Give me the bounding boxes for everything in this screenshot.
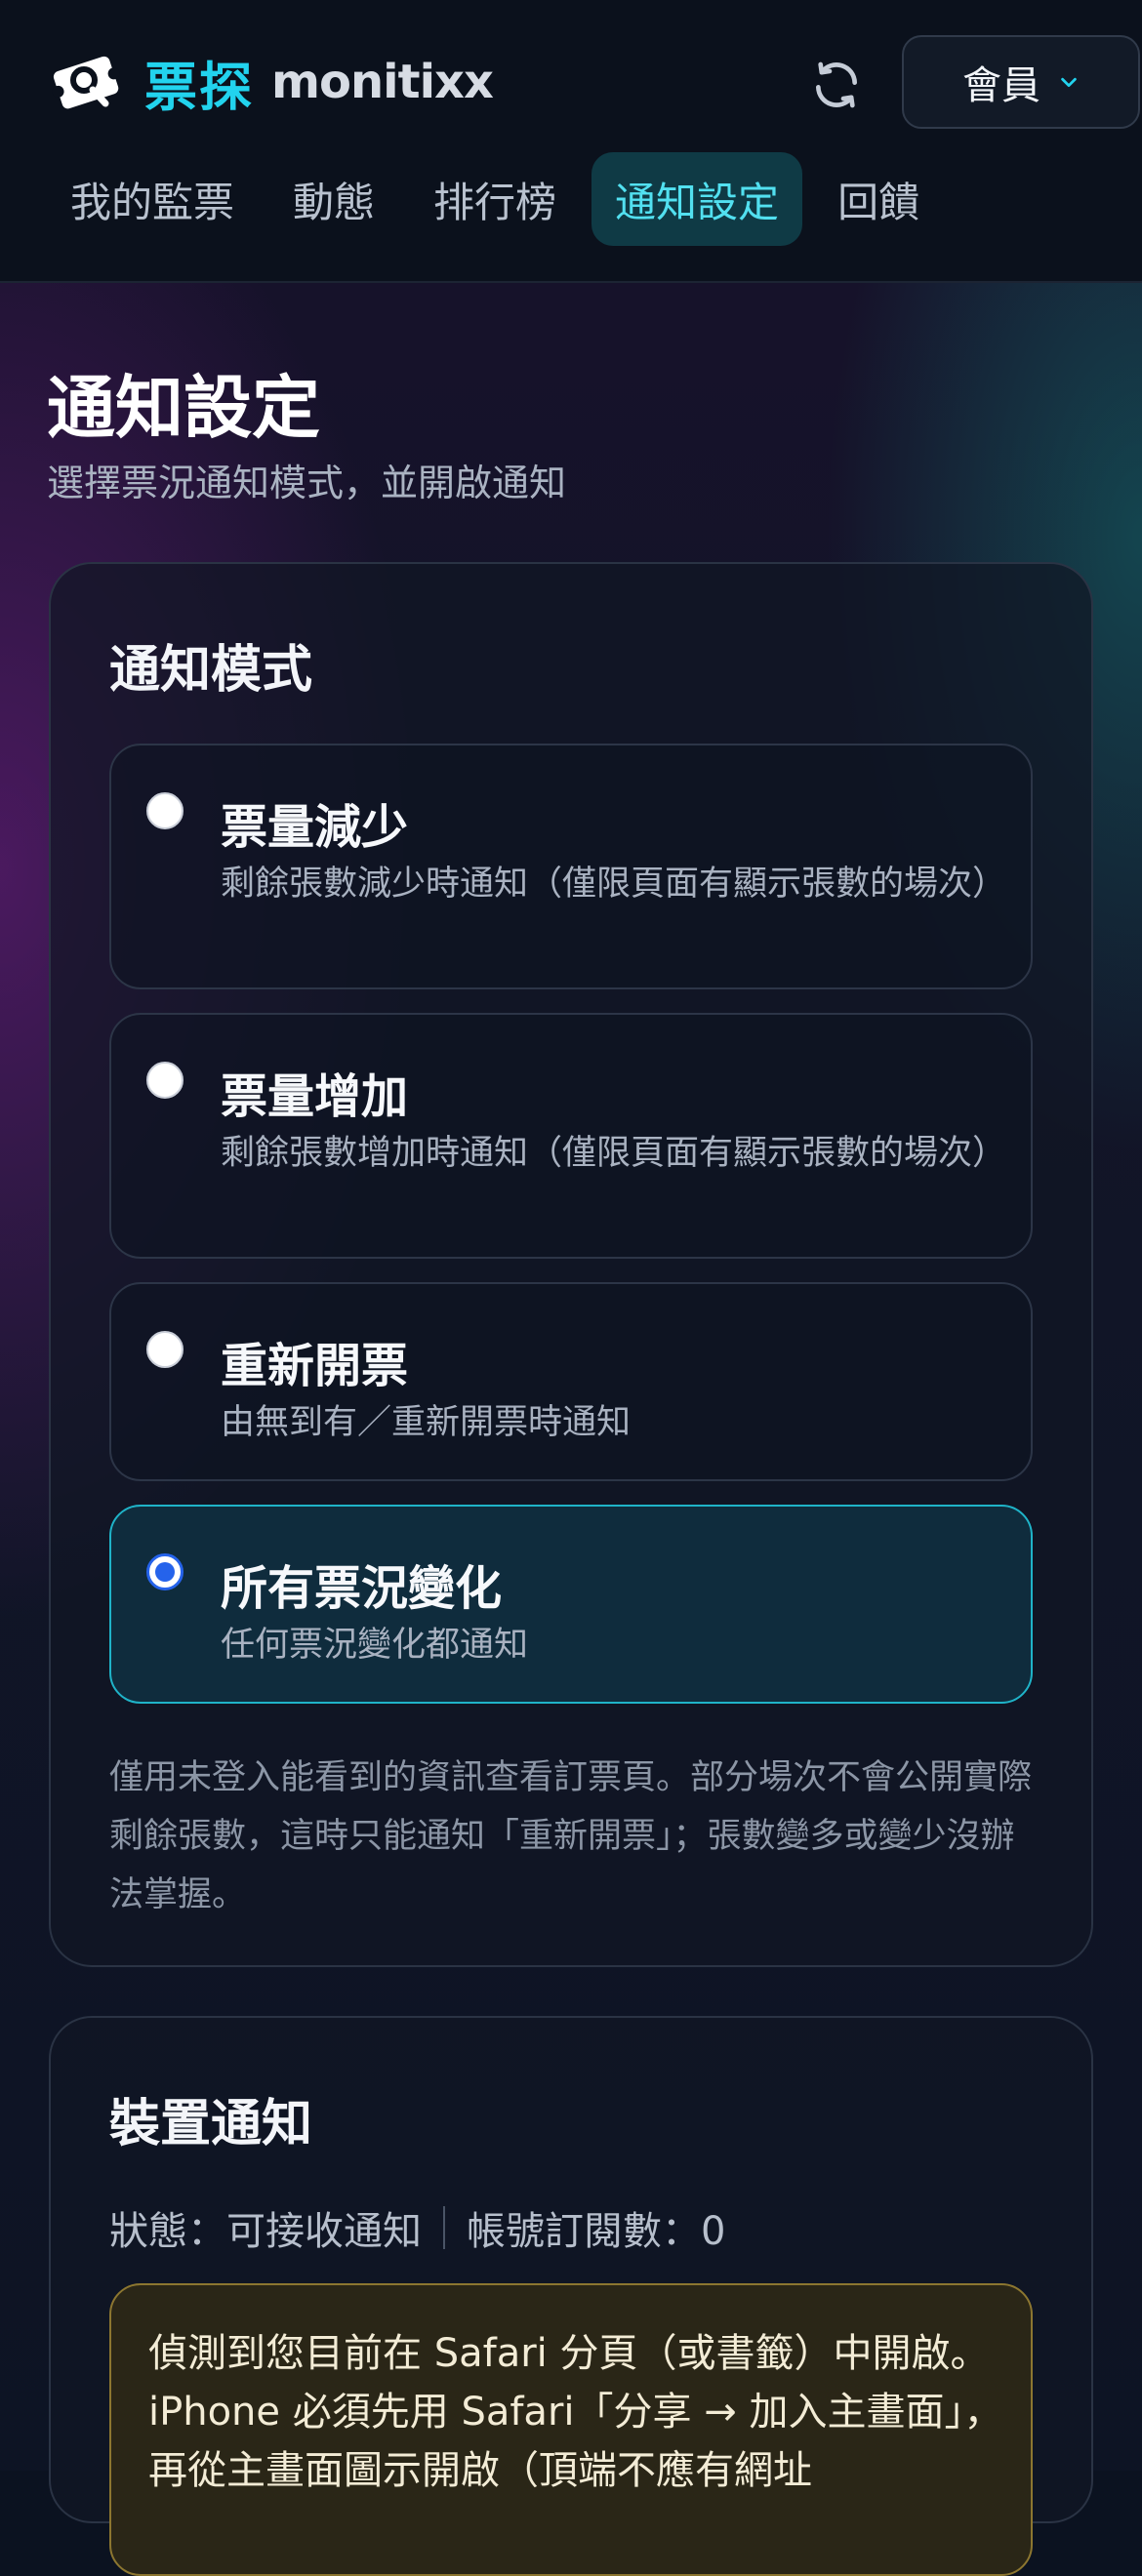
card-title: 裝置通知	[109, 2095, 313, 2153]
option-ticket-decrease[interactable]: 票量減少 剩餘張數減少時通知（僅限頁面有顯示張數的場次）	[109, 744, 1033, 989]
mode-note: 僅用未登入能看到的資訊查看訂票頁。部分場次不會公開實際剩餘張數，這時只能通知「重…	[109, 1758, 1033, 1914]
refresh-icon	[816, 61, 857, 108]
tab-my-monitors[interactable]: 我的監票	[47, 152, 258, 246]
page-subtitle: 選擇票況通知模式，並開啟通知	[47, 462, 567, 504]
safari-warning-box: 偵測到您目前在 Safari 分頁（或書籤）中開啟。iPhone 必須先用 Sa…	[109, 2283, 1033, 2576]
radio-button[interactable]	[146, 1062, 184, 1099]
refresh-button[interactable]	[802, 51, 871, 119]
chevron-down-icon	[1061, 77, 1077, 88]
option-description: 由無到有／重新開票時通知	[221, 1403, 632, 1442]
tab-feedback[interactable]: 回饋	[814, 152, 943, 246]
main-content: 通知設定 選擇票況通知模式，並開啟通知 通知模式 票量減少 剩餘張數減少時通知（…	[0, 283, 1142, 2576]
radio-button-selected[interactable]	[146, 1553, 184, 1590]
option-description: 任何票況變化都通知	[221, 1626, 529, 1665]
option-title: 重新開票	[221, 1339, 409, 1393]
main-nav: 我的監票 動態 排行榜 通知設定 回饋	[47, 152, 955, 246]
subscription-count: 帳號訂閱數：0	[467, 2209, 726, 2254]
radio-button[interactable]	[146, 792, 184, 829]
warning-text: 偵測到您目前在 Safari 分頁（或書籤）中開啟。iPhone 必須先用 Sa…	[148, 2331, 1003, 2493]
brand-name-en: monitixx	[271, 55, 494, 109]
ticket-magnifier-icon	[52, 56, 120, 109]
top-bar: 票探 monitixx 會員 我的監票 動態 排行榜 通知設定 回饋	[0, 0, 1142, 283]
page-title: 通知設定	[47, 368, 320, 448]
device-notification-card: 裝置通知 狀態：可接收通知 帳號訂閱數：0 偵測到您目前在 Safari 分頁（…	[49, 2016, 1093, 2576]
option-reopen[interactable]: 重新開票 由無到有／重新開票時通知	[109, 1282, 1033, 1481]
member-menu-button[interactable]: 會員	[902, 35, 1140, 129]
member-label: 會員	[962, 63, 1040, 108]
option-all-changes[interactable]: 所有票況變化 任何票況變化都通知	[109, 1505, 1033, 1704]
card-title: 通知模式	[109, 641, 313, 700]
tab-activity[interactable]: 動態	[269, 152, 398, 246]
option-description: 剩餘張數增加時通知（僅限頁面有顯示張數的場次）	[221, 1134, 1007, 1173]
option-ticket-increase[interactable]: 票量增加 剩餘張數增加時通知（僅限頁面有顯示張數的場次）	[109, 1013, 1033, 1259]
divider	[443, 2206, 445, 2249]
option-description: 剩餘張數減少時通知（僅限頁面有顯示張數的場次）	[221, 865, 1007, 904]
option-title: 所有票況變化	[221, 1561, 503, 1616]
notification-status: 狀態：可接收通知	[109, 2209, 422, 2254]
brand[interactable]: 票探 monitixx	[51, 47, 494, 118]
radio-button[interactable]	[146, 1331, 184, 1368]
option-title: 票量減少	[221, 800, 409, 855]
tab-notification-settings[interactable]: 通知設定	[591, 152, 803, 246]
brand-name-cn: 票探	[144, 56, 254, 118]
option-title: 票量增加	[221, 1069, 409, 1124]
notification-mode-card: 通知模式 票量減少 剩餘張數減少時通知（僅限頁面有顯示張數的場次） 票量增加 剩…	[49, 562, 1093, 1967]
tab-leaderboard[interactable]: 排行榜	[410, 152, 580, 246]
status-row: 狀態：可接收通知 帳號訂閱數：0	[109, 2199, 725, 2256]
